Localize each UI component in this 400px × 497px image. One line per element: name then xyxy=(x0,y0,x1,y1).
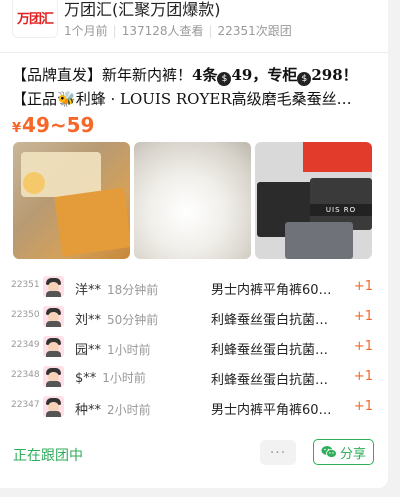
view-count: 137128人查看 xyxy=(121,24,204,38)
title-bold-part: 298！ xyxy=(311,66,358,84)
title-bold-part: 4条 xyxy=(192,66,218,84)
follower-name: 园** xyxy=(75,343,102,358)
follow-time: 1小时前 xyxy=(102,371,146,385)
group-status: 正在跟团中 xyxy=(13,448,83,464)
follow-number: 22351 xyxy=(11,280,40,290)
follow-qty: +1 xyxy=(353,309,373,324)
title-part: 【品牌直发】新年新内裤！ xyxy=(12,66,193,84)
follow-count: 22351次跟团 xyxy=(217,24,292,38)
follow-number: 22347 xyxy=(11,400,40,410)
share-label: 分享 xyxy=(339,446,366,462)
title-part: 【正品 xyxy=(12,90,58,108)
follow-number: 22349 xyxy=(11,340,40,350)
header-divider xyxy=(0,52,388,53)
follow-qty: +1 xyxy=(353,279,373,294)
follow-time: 2小时前 xyxy=(107,403,151,417)
follow-product: 男士内裤平角裤60… xyxy=(211,403,332,418)
product-title[interactable]: 【品牌直发】新年新内裤！4条 $49，专柜 $298！ 【正品🐝利蜂 · LOUIS… xyxy=(12,63,378,111)
share-button[interactable]: 分享 xyxy=(313,439,374,465)
title-bold-part: 49，专柜 xyxy=(231,66,298,84)
follow-qty: +1 xyxy=(353,399,373,414)
title-part: 利蜂 · LOUIS ROYER高级磨毛桑蚕丝… xyxy=(75,90,352,108)
gift-box-photo[interactable] xyxy=(13,142,130,259)
fabric-closeup-photo[interactable] xyxy=(134,142,251,259)
group-header: 万团汇 万团汇(汇聚万团爆款) 1个月前 | 137128人查看 | 22351次跟团 xyxy=(12,0,382,44)
follow-product: 利蜂蚕丝蛋白抗菌… xyxy=(211,373,329,388)
follow-product: 利蜂蚕丝蛋白抗菌… xyxy=(211,313,329,328)
bee-icon: 🐝 xyxy=(57,90,76,108)
price-range: ¥49~59 xyxy=(12,113,94,137)
avatar xyxy=(43,276,64,297)
currency-symbol: ¥ xyxy=(12,121,22,136)
underwear-stack-photo[interactable]: UIS RO xyxy=(255,142,372,259)
follower-row[interactable]: 22347 种** 2小时前 男士内裤平角裤60… +1 xyxy=(0,395,388,419)
follow-product: 男士内裤平角裤60… xyxy=(211,283,332,298)
follow-qty: +1 xyxy=(353,369,373,384)
follow-qty: +1 xyxy=(353,339,373,354)
avatar xyxy=(43,396,64,417)
follower-name: 刘** xyxy=(75,313,102,328)
follower-name: 洋** xyxy=(75,283,102,298)
coin-icon: $ xyxy=(297,72,312,86)
more-icon: ··· xyxy=(269,444,287,461)
follower-row[interactable]: 22351 洋** 18分钟前 男士内裤平角裤60… +1 xyxy=(0,275,388,299)
avatar xyxy=(43,336,64,357)
price-value: 49~59 xyxy=(22,113,95,137)
avatar xyxy=(43,366,64,387)
follow-time: 1小时前 xyxy=(107,343,151,357)
group-logo[interactable]: 万团汇 xyxy=(12,0,58,38)
follower-name: $** xyxy=(75,371,97,386)
group-name[interactable]: 万团汇(汇聚万团爆款) xyxy=(64,0,221,20)
follower-row[interactable]: 22350 刘** 50分钟前 利蜂蚕丝蛋白抗菌… +1 xyxy=(0,305,388,329)
follow-product: 利蜂蚕丝蛋白抗菌… xyxy=(211,343,329,358)
coin-icon: $ xyxy=(217,72,232,86)
more-button[interactable]: ··· xyxy=(260,440,296,465)
follow-time: 50分钟前 xyxy=(107,313,159,327)
waistband-text: UIS RO xyxy=(310,204,372,216)
follow-number: 22348 xyxy=(11,370,40,380)
follow-time: 18分钟前 xyxy=(107,283,159,297)
follower-row[interactable]: 22349 园** 1小时前 利蜂蚕丝蛋白抗菌… +1 xyxy=(0,335,388,359)
group-logo-text: 万团汇 xyxy=(16,11,54,27)
follower-row[interactable]: 22348 $** 1小时前 利蜂蚕丝蛋白抗菌… +1 xyxy=(0,365,388,389)
posted-time: 1个月前 xyxy=(64,24,108,38)
avatar xyxy=(43,306,64,327)
group-meta: 1个月前 | 137128人查看 | 22351次跟团 xyxy=(64,24,292,38)
follower-name: 种** xyxy=(75,403,102,418)
follow-number: 22350 xyxy=(11,310,40,320)
wechat-icon xyxy=(321,446,337,458)
group-buy-card[interactable]: 万团汇 万团汇(汇聚万团爆款) 1个月前 | 137128人查看 | 22351次跟团 … xyxy=(0,0,388,488)
